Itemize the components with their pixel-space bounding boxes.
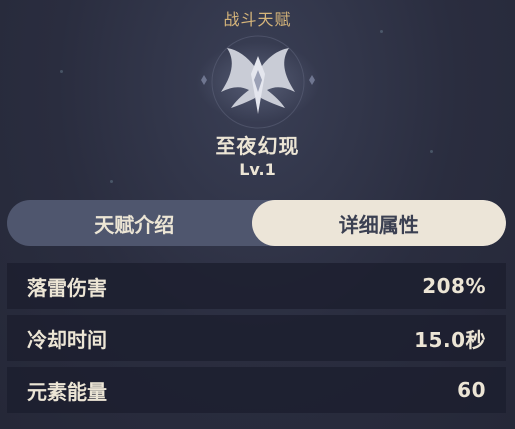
stat-row-cooldown: 冷却时间 15.0秒	[7, 315, 506, 361]
stat-value: 15.0秒	[414, 327, 486, 352]
stat-value: 208%	[422, 274, 486, 298]
stat-row-lightning-damage: 落雷伤害 208%	[7, 263, 506, 309]
section-title: 战斗天赋	[223, 10, 292, 29]
winged-talent-emblem-icon	[196, 35, 320, 129]
stat-label: 元素能量	[27, 379, 107, 404]
background-sparkle	[60, 70, 63, 73]
stat-row-energy-cost: 元素能量 60	[7, 367, 506, 413]
tab-bar: 天赋介绍 详细属性	[7, 200, 506, 246]
background-sparkle	[380, 30, 383, 33]
talent-name: 至夜幻现	[215, 134, 300, 158]
stat-label: 冷却时间	[27, 327, 107, 352]
background-sparkle	[110, 180, 113, 183]
talent-level: Lv.1	[239, 160, 276, 179]
stat-value: 60	[457, 378, 486, 402]
tab-talent-description[interactable]: 天赋介绍	[7, 200, 262, 246]
stats-list: 落雷伤害 208% 冷却时间 15.0秒 元素能量 60	[7, 263, 506, 419]
stat-label: 落雷伤害	[27, 275, 107, 300]
tab-detailed-attributes[interactable]: 详细属性	[251, 200, 506, 246]
